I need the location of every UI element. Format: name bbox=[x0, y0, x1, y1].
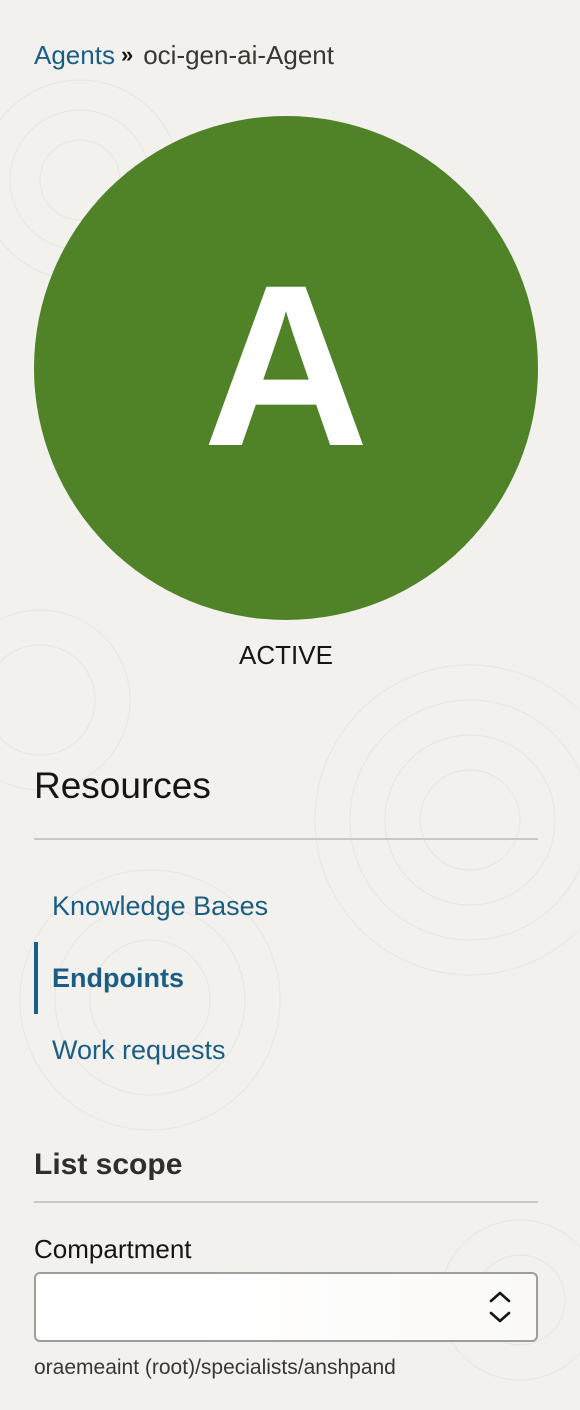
avatar-letter: A bbox=[202, 237, 370, 494]
breadcrumb-agents-link[interactable]: Agents bbox=[34, 38, 115, 72]
compartment-select[interactable] bbox=[34, 1272, 538, 1342]
nav-item-knowledge-bases[interactable]: Knowledge Bases bbox=[34, 870, 538, 942]
list-scope-divider bbox=[34, 1201, 538, 1203]
resources-nav: Knowledge Bases Endpoints Work requests bbox=[34, 870, 538, 1086]
list-scope-title: List scope bbox=[34, 1148, 183, 1181]
resources-title: Resources bbox=[34, 765, 211, 806]
breadcrumb: Agents » oci-gen-ai-Agent bbox=[34, 38, 334, 72]
chevron-up-down-icon bbox=[489, 1291, 511, 1323]
nav-item-endpoints[interactable]: Endpoints bbox=[34, 942, 538, 1014]
resources-divider bbox=[34, 838, 538, 840]
status-label: ACTIVE bbox=[239, 640, 333, 670]
breadcrumb-separator-icon: » bbox=[120, 42, 133, 67]
nav-item-work-requests[interactable]: Work requests bbox=[34, 1014, 538, 1086]
breadcrumb-current: oci-gen-ai-Agent bbox=[143, 40, 334, 70]
agent-avatar: A bbox=[34, 116, 538, 620]
compartment-path: oraemeaint (root)/specialists/anshpand bbox=[34, 1356, 396, 1379]
compartment-label: Compartment bbox=[34, 1234, 192, 1264]
